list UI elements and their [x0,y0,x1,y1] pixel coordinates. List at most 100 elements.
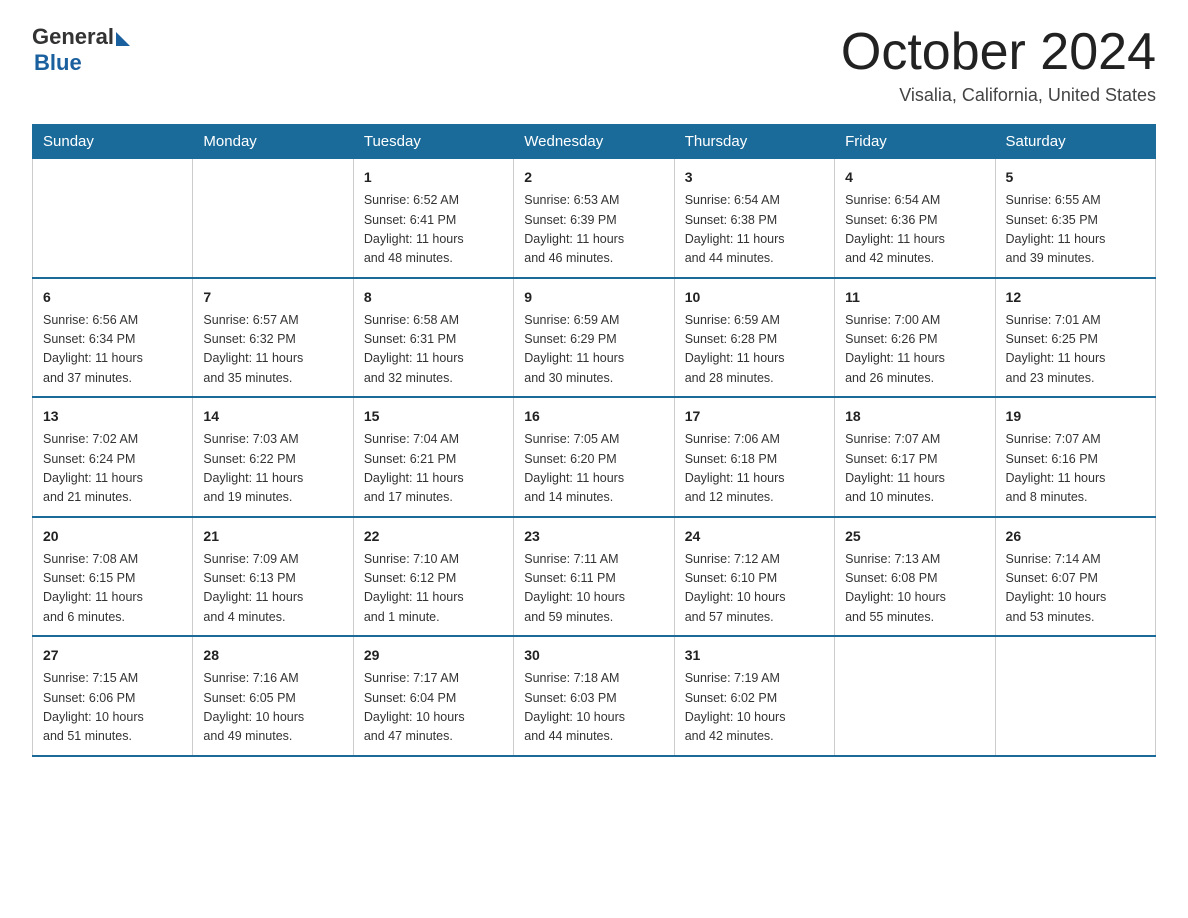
day-info: Sunrise: 6:56 AM Sunset: 6:34 PM Dayligh… [43,311,182,389]
calendar-cell: 28 Sunrise: 7:16 AM Sunset: 6:05 PM Dayli… [193,636,353,756]
day-info: Sunrise: 7:02 AM Sunset: 6:24 PM Dayligh… [43,430,182,508]
calendar-week-row: 13 Sunrise: 7:02 AM Sunset: 6:24 PM Dayli… [33,397,1156,517]
day-info: Sunrise: 6:54 AM Sunset: 6:36 PM Dayligh… [845,191,984,269]
day-info: Sunrise: 7:10 AM Sunset: 6:12 PM Dayligh… [364,550,503,628]
calendar-cell: 18 Sunrise: 7:07 AM Sunset: 6:17 PM Dayli… [835,397,995,517]
day-info: Sunrise: 7:18 AM Sunset: 6:03 PM Dayligh… [524,669,663,747]
day-number: 15 [364,406,503,427]
day-info: Sunrise: 7:16 AM Sunset: 6:05 PM Dayligh… [203,669,342,747]
day-number: 20 [43,526,182,547]
calendar-week-row: 1Sunrise: 6:52 AM Sunset: 6:41 PM Daylig… [33,159,1156,278]
calendar-week-row: 6 Sunrise: 6:56 AM Sunset: 6:34 PM Daylig… [33,278,1156,398]
day-info: Sunrise: 6:57 AM Sunset: 6:32 PM Dayligh… [203,311,342,389]
calendar-cell: 29 Sunrise: 7:17 AM Sunset: 6:04 PM Dayli… [353,636,513,756]
weekday-header-wednesday: Wednesday [514,125,674,159]
day-number: 28 [203,645,342,666]
calendar-cell: 21Sunrise: 7:09 AM Sunset: 6:13 PM Dayli… [193,517,353,637]
weekday-header-row: SundayMondayTuesdayWednesdayThursdayFrid… [33,125,1156,159]
calendar-cell: 2Sunrise: 6:53 AM Sunset: 6:39 PM Daylig… [514,159,674,278]
weekday-header-tuesday: Tuesday [353,125,513,159]
calendar-cell [995,636,1155,756]
logo-blue-text: Blue [34,50,82,76]
day-info: Sunrise: 7:08 AM Sunset: 6:15 PM Dayligh… [43,550,182,628]
calendar-cell: 16 Sunrise: 7:05 AM Sunset: 6:20 PM Dayli… [514,397,674,517]
day-number: 8 [364,287,503,308]
day-number: 10 [685,287,824,308]
day-info: Sunrise: 7:11 AM Sunset: 6:11 PM Dayligh… [524,550,663,628]
calendar-cell: 12 Sunrise: 7:01 AM Sunset: 6:25 PM Dayli… [995,278,1155,398]
day-number: 23 [524,526,663,547]
month-title: October 2024 [841,24,1156,81]
title-section: October 2024 Visalia, California, United… [841,24,1156,106]
day-number: 5 [1006,167,1145,188]
calendar-cell: 15 Sunrise: 7:04 AM Sunset: 6:21 PM Dayli… [353,397,513,517]
day-info: Sunrise: 6:59 AM Sunset: 6:28 PM Dayligh… [685,311,824,389]
calendar-cell: 24 Sunrise: 7:12 AM Sunset: 6:10 PM Dayli… [674,517,834,637]
location-text: Visalia, California, United States [841,85,1156,106]
calendar-cell: 14 Sunrise: 7:03 AM Sunset: 6:22 PM Dayli… [193,397,353,517]
day-number: 1 [364,167,503,188]
calendar-cell: 22 Sunrise: 7:10 AM Sunset: 6:12 PM Dayli… [353,517,513,637]
day-number: 16 [524,406,663,427]
calendar-cell: 5 Sunrise: 6:55 AM Sunset: 6:35 PM Daylig… [995,159,1155,278]
day-number: 17 [685,406,824,427]
day-number: 12 [1006,287,1145,308]
weekday-header-saturday: Saturday [995,125,1155,159]
day-info: Sunrise: 6:54 AM Sunset: 6:38 PM Dayligh… [685,191,824,269]
day-number: 25 [845,526,984,547]
weekday-header-sunday: Sunday [33,125,193,159]
calendar-cell: 7 Sunrise: 6:57 AM Sunset: 6:32 PM Daylig… [193,278,353,398]
day-info: Sunrise: 7:13 AM Sunset: 6:08 PM Dayligh… [845,550,984,628]
calendar-cell: 3 Sunrise: 6:54 AM Sunset: 6:38 PM Daylig… [674,159,834,278]
day-number: 2 [524,167,663,188]
day-info: Sunrise: 7:04 AM Sunset: 6:21 PM Dayligh… [364,430,503,508]
calendar-week-row: 20 Sunrise: 7:08 AM Sunset: 6:15 PM Dayli… [33,517,1156,637]
calendar-cell: 30Sunrise: 7:18 AM Sunset: 6:03 PM Dayli… [514,636,674,756]
calendar-cell: 20 Sunrise: 7:08 AM Sunset: 6:15 PM Dayli… [33,517,193,637]
day-number: 21 [203,526,342,547]
calendar-cell: 25 Sunrise: 7:13 AM Sunset: 6:08 PM Dayli… [835,517,995,637]
day-info: Sunrise: 7:01 AM Sunset: 6:25 PM Dayligh… [1006,311,1145,389]
calendar-cell: 17 Sunrise: 7:06 AM Sunset: 6:18 PM Dayli… [674,397,834,517]
day-number: 29 [364,645,503,666]
logo: General Blue [32,24,130,76]
calendar-cell: 19 Sunrise: 7:07 AM Sunset: 6:16 PM Dayli… [995,397,1155,517]
day-info: Sunrise: 6:55 AM Sunset: 6:35 PM Dayligh… [1006,191,1145,269]
day-info: Sunrise: 7:07 AM Sunset: 6:17 PM Dayligh… [845,430,984,508]
day-info: Sunrise: 7:06 AM Sunset: 6:18 PM Dayligh… [685,430,824,508]
calendar-cell: 27Sunrise: 7:15 AM Sunset: 6:06 PM Dayli… [33,636,193,756]
day-number: 27 [43,645,182,666]
day-info: Sunrise: 7:12 AM Sunset: 6:10 PM Dayligh… [685,550,824,628]
day-info: Sunrise: 7:00 AM Sunset: 6:26 PM Dayligh… [845,311,984,389]
day-info: Sunrise: 7:17 AM Sunset: 6:04 PM Dayligh… [364,669,503,747]
day-number: 7 [203,287,342,308]
day-info: Sunrise: 6:59 AM Sunset: 6:29 PM Dayligh… [524,311,663,389]
day-number: 9 [524,287,663,308]
day-number: 4 [845,167,984,188]
day-number: 13 [43,406,182,427]
day-number: 24 [685,526,824,547]
weekday-header-friday: Friday [835,125,995,159]
day-info: Sunrise: 6:58 AM Sunset: 6:31 PM Dayligh… [364,311,503,389]
day-number: 31 [685,645,824,666]
calendar-cell [835,636,995,756]
day-number: 18 [845,406,984,427]
calendar-cell [33,159,193,278]
day-info: Sunrise: 7:07 AM Sunset: 6:16 PM Dayligh… [1006,430,1145,508]
calendar-cell [193,159,353,278]
calendar-cell: 11 Sunrise: 7:00 AM Sunset: 6:26 PM Dayli… [835,278,995,398]
calendar-cell: 8 Sunrise: 6:58 AM Sunset: 6:31 PM Daylig… [353,278,513,398]
day-number: 3 [685,167,824,188]
day-number: 26 [1006,526,1145,547]
day-number: 19 [1006,406,1145,427]
day-number: 14 [203,406,342,427]
calendar-cell: 13 Sunrise: 7:02 AM Sunset: 6:24 PM Dayli… [33,397,193,517]
calendar-cell: 31Sunrise: 7:19 AM Sunset: 6:02 PM Dayli… [674,636,834,756]
day-number: 6 [43,287,182,308]
calendar-week-row: 27Sunrise: 7:15 AM Sunset: 6:06 PM Dayli… [33,636,1156,756]
day-info: Sunrise: 7:03 AM Sunset: 6:22 PM Dayligh… [203,430,342,508]
day-number: 22 [364,526,503,547]
weekday-header-thursday: Thursday [674,125,834,159]
day-info: Sunrise: 7:05 AM Sunset: 6:20 PM Dayligh… [524,430,663,508]
day-number: 11 [845,287,984,308]
